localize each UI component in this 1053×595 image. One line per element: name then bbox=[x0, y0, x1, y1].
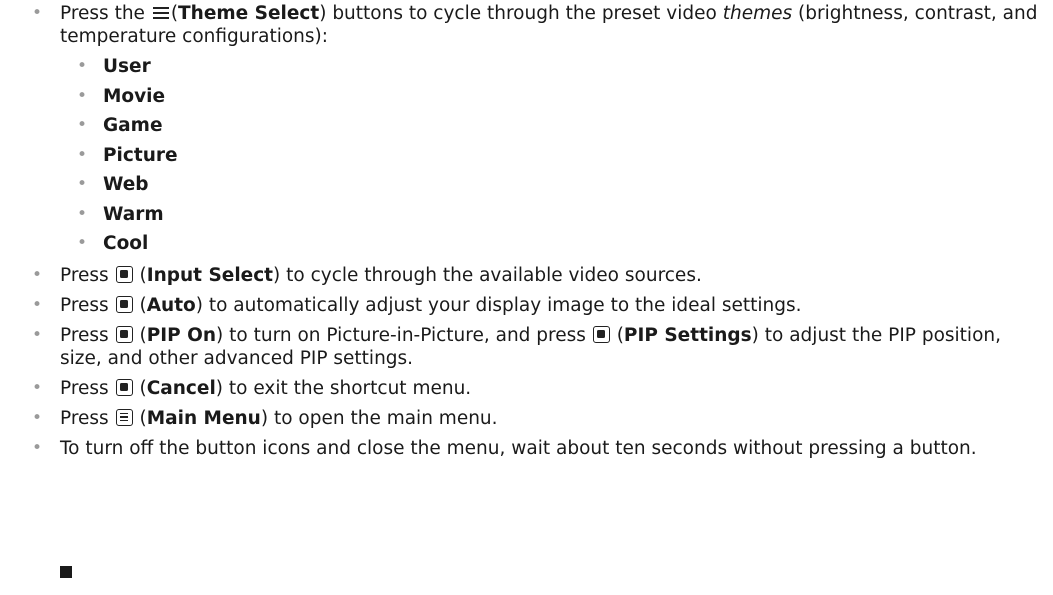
theme-item-movie: • Movie bbox=[60, 85, 1047, 110]
bullet: • bbox=[76, 115, 88, 135]
theme-select-label: Theme Select bbox=[178, 3, 320, 24]
themes-term: themes bbox=[722, 3, 793, 24]
theme-name: Movie bbox=[103, 85, 166, 107]
text-rest: ) to open the main menu. bbox=[260, 408, 498, 429]
input-select-label: Input Select bbox=[146, 265, 274, 286]
bullet: • bbox=[76, 85, 88, 106]
bullet: • bbox=[76, 56, 88, 76]
text-mid: ) to turn on Picture-in-Picture, and pre… bbox=[216, 325, 586, 346]
paren: ( bbox=[139, 295, 147, 316]
square-button-icon bbox=[115, 379, 133, 396]
list-item-turn-off: • To turn off the button icons and close… bbox=[0, 437, 1053, 460]
list-item-theme-select: • Press the (Theme Select) buttons to cy… bbox=[0, 2, 1053, 257]
theme-select-icon bbox=[152, 6, 169, 20]
instruction-list: • Press the (Theme Select) buttons to cy… bbox=[0, 2, 1053, 460]
paren: ( bbox=[170, 3, 179, 24]
theme-name: User bbox=[103, 56, 151, 77]
square-button-icon bbox=[592, 326, 610, 343]
list-item-auto: • Press (Auto) to automatically adjust y… bbox=[0, 294, 1053, 317]
list-item-cancel: • Press (Cancel) to exit the shortcut me… bbox=[0, 377, 1053, 400]
theme-item-web: • Web bbox=[60, 173, 1047, 198]
bullet: • bbox=[31, 378, 43, 398]
text-press: Press bbox=[60, 378, 109, 399]
square-button-icon bbox=[115, 266, 133, 283]
bullet: • bbox=[31, 3, 43, 23]
paren: ( bbox=[139, 265, 147, 286]
text-turn-off: To turn off the button icons and close t… bbox=[60, 438, 977, 459]
square-button-icon bbox=[115, 296, 133, 313]
paren: ( bbox=[139, 408, 147, 429]
document-body: • Press the (Theme Select) buttons to cy… bbox=[0, 0, 1053, 578]
list-item-input-select: • Press (Input Select) to cycle through … bbox=[0, 264, 1053, 287]
main-menu-label: Main Menu bbox=[146, 408, 261, 429]
text-press: Press bbox=[60, 295, 109, 316]
paren: ( bbox=[616, 325, 624, 346]
square-button-icon bbox=[115, 326, 133, 343]
text-press: Press bbox=[60, 408, 109, 429]
theme-item-picture: • Picture bbox=[60, 144, 1047, 169]
bullet: • bbox=[76, 233, 88, 253]
theme-name: Game bbox=[103, 115, 163, 136]
theme-name: Web bbox=[103, 174, 149, 195]
theme-item-warm: • Warm bbox=[60, 203, 1047, 228]
list-item-pip: • Press (PIP On) to turn on Picture-in-P… bbox=[0, 324, 1053, 370]
theme-name: Cool bbox=[103, 233, 149, 254]
end-of-section-mark bbox=[60, 566, 72, 578]
auto-label: Auto bbox=[146, 295, 196, 316]
bullet: • bbox=[31, 265, 43, 285]
paren: ( bbox=[139, 378, 147, 399]
theme-list: • User • Movie • Game • Picture • Web • Warm •… bbox=[60, 55, 1047, 257]
theme-name: Picture bbox=[103, 144, 178, 166]
list-item-main-menu: • Press (Main Menu) to open the main men… bbox=[0, 407, 1053, 430]
text-rest: ) to automatically adjust your display i… bbox=[195, 295, 802, 316]
bullet: • bbox=[31, 325, 43, 345]
theme-name: Warm bbox=[103, 203, 164, 225]
text-rest: ) to cycle through the available video s… bbox=[273, 265, 702, 286]
text-press: Press bbox=[60, 265, 109, 286]
bullet: • bbox=[76, 203, 88, 224]
main-menu-icon bbox=[115, 409, 133, 426]
paren: ( bbox=[139, 325, 147, 346]
pip-settings-label: PIP Settings bbox=[623, 325, 752, 346]
bullet: • bbox=[31, 408, 43, 428]
text-rest: ) buttons to cycle through the preset vi… bbox=[319, 3, 717, 24]
theme-item-game: • Game bbox=[60, 114, 1047, 139]
text-press: Press the bbox=[60, 3, 145, 24]
theme-item-cool: • Cool bbox=[60, 232, 1047, 257]
text-press: Press bbox=[60, 325, 109, 346]
bullet: • bbox=[31, 438, 43, 458]
bullet: • bbox=[76, 144, 88, 165]
theme-item-user: • User bbox=[60, 55, 1047, 80]
text-rest: ) to exit the shortcut menu. bbox=[215, 378, 472, 399]
pip-on-label: PIP On bbox=[146, 325, 217, 346]
bullet: • bbox=[31, 295, 43, 315]
cancel-label: Cancel bbox=[146, 378, 216, 399]
bullet: • bbox=[76, 174, 88, 194]
